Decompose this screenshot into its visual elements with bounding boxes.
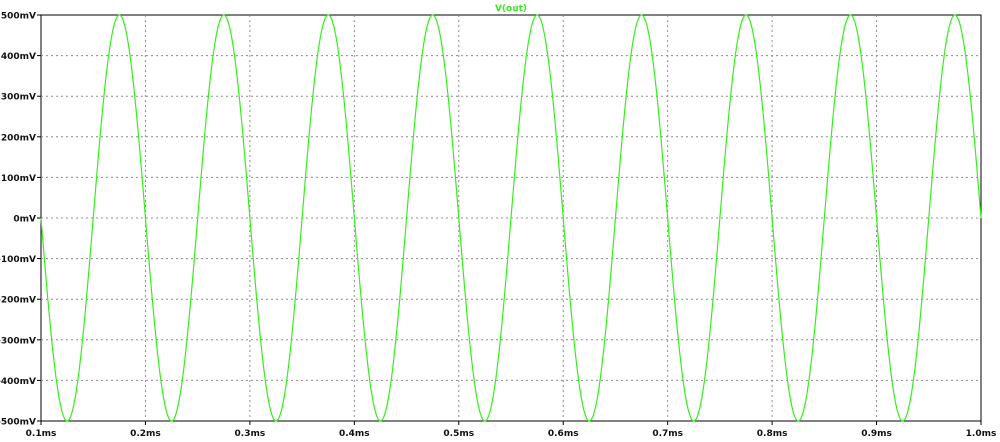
- x-tick-label: 0.4ms: [339, 429, 370, 439]
- x-tick-label: 0.3ms: [235, 429, 266, 439]
- y-tick-label: 0mV: [13, 215, 36, 225]
- x-tick-label: 0.5ms: [443, 429, 474, 439]
- y-tick-label: -400mV: [0, 377, 36, 387]
- y-axis-ticks: 500mV 400mV 300mV 200mV 100mV 0mV -100mV -200mV…: [0, 12, 41, 428]
- y-tick-label: -100mV: [0, 255, 36, 265]
- x-tick-label: 0.8ms: [757, 429, 788, 439]
- series-label-vout[interactable]: V(out): [495, 4, 527, 14]
- y-tick-label: 200mV: [1, 133, 36, 143]
- x-tick-label: 0.2ms: [130, 429, 161, 439]
- x-axis-ticks: 0.1ms 0.2ms 0.3ms 0.4ms 0.5ms 0.6ms 0.7ms 0.8ms…: [26, 421, 997, 439]
- y-tick-label: -300mV: [0, 336, 36, 346]
- y-tick-label: 500mV: [1, 12, 36, 22]
- waveform-plot: 500mV 400mV 300mV 200mV 100mV 0mV -100mV -200mV…: [0, 4, 997, 439]
- y-tick-label: -500mV: [0, 418, 36, 428]
- y-tick-label: 100mV: [1, 174, 36, 184]
- x-tick-label: 0.7ms: [652, 429, 683, 439]
- y-tick-label: 400mV: [1, 52, 36, 62]
- y-tick-label: -200mV: [0, 296, 36, 306]
- x-tick-label: 0.9ms: [861, 429, 892, 439]
- x-tick-label: 1.0ms: [966, 429, 997, 439]
- x-tick-label: 0.1ms: [26, 429, 57, 439]
- y-tick-label: 300mV: [1, 93, 36, 103]
- x-tick-label: 0.6ms: [548, 429, 579, 439]
